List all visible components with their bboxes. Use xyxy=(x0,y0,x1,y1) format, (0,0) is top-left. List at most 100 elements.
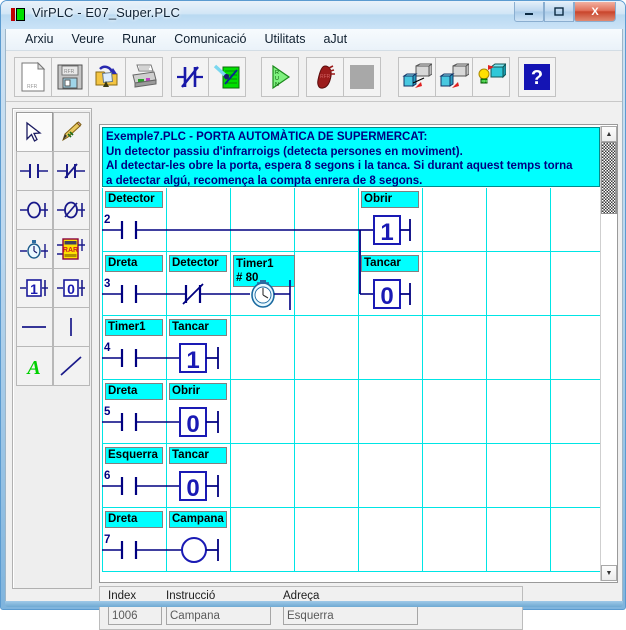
tool-set-coil[interactable]: 1 xyxy=(16,268,53,308)
svg-text:1: 1 xyxy=(380,219,393,246)
tool-horizontal-line[interactable] xyxy=(16,307,53,347)
upload-plc-icon xyxy=(402,63,432,91)
print-button[interactable] xyxy=(125,57,163,97)
table-row[interactable]: Dreta Obrir 5 0 xyxy=(102,380,600,444)
app-logo-icon xyxy=(11,7,26,22)
svg-text:RFR: RFR xyxy=(27,84,38,90)
contact-no-icon xyxy=(19,160,49,182)
table-row[interactable]: Dreta Campana 7 xyxy=(102,508,600,572)
rung-graphic: 0 xyxy=(102,380,600,444)
svg-text:1: 1 xyxy=(186,347,199,374)
index-field[interactable]: 1006 xyxy=(108,606,162,625)
scroll-up-icon: ▲ xyxy=(606,131,613,138)
tool-palette-grid: RAR 1 xyxy=(16,112,90,385)
rung-graphic xyxy=(102,508,600,572)
reset-coil-icon: 0 xyxy=(56,277,86,299)
tool-delete-line[interactable] xyxy=(53,346,90,386)
tool-contact-nc[interactable] xyxy=(53,151,90,191)
ladder-edit-icon xyxy=(212,62,242,92)
help-button[interactable]: ? xyxy=(518,57,556,97)
monitor-plc-button[interactable]: RFR xyxy=(472,57,510,97)
tool-timer[interactable] xyxy=(16,229,53,269)
open-file-button[interactable] xyxy=(88,57,126,97)
contact-editor-button[interactable] xyxy=(171,57,209,97)
rung-list: Detector Obrir 2 1 xyxy=(102,188,600,580)
comment-line-1: Exemple7.PLC - PORTA AUTOMÀTICA DE SUPER… xyxy=(106,130,596,145)
instruction-field[interactable]: Campana xyxy=(166,606,271,625)
tool-text-label[interactable]: A xyxy=(16,346,53,386)
table-row[interactable]: Detector Obrir 2 1 xyxy=(102,188,600,252)
table-row[interactable]: Timer1 Tancar 4 1 xyxy=(102,316,600,380)
title-bar: VirPLC - E07_Super.PLC X xyxy=(1,1,625,29)
pencil-draw-icon xyxy=(59,121,83,143)
delete-line-icon xyxy=(56,354,86,378)
menu-item-utilitats[interactable]: Utilitats xyxy=(255,30,314,49)
tool-counter-block[interactable]: RAR xyxy=(53,229,90,269)
set-coil-icon: 1 xyxy=(19,277,49,299)
menu-item-comunicacio[interactable]: Comunicació xyxy=(165,30,255,49)
svg-text:0: 0 xyxy=(380,283,393,310)
upload-plc-button[interactable] xyxy=(398,57,436,97)
contact-editor-icon xyxy=(175,62,205,92)
property-bar: Index 1006 Instrucció Campana Adreça Esq… xyxy=(99,586,523,630)
close-icon: X xyxy=(591,6,598,18)
toolbar: RFR RFR xyxy=(6,51,622,102)
scroll-down-icon: ▼ xyxy=(606,570,613,577)
help-question-icon: ? xyxy=(523,63,551,91)
minimize-button[interactable] xyxy=(514,2,544,22)
comment-line-4: a detectar algú, recomença la compta enr… xyxy=(106,174,596,189)
tool-vertical-line[interactable] xyxy=(53,307,90,347)
tool-reset-coil[interactable]: 0 xyxy=(53,268,90,308)
scrollbar-thumb[interactable] xyxy=(601,142,617,214)
ladder-diagram-panel[interactable]: Exemple7.PLC - PORTA AUTOMÀTICA DE SUPER… xyxy=(99,124,618,583)
address-field[interactable]: Esquerra xyxy=(283,606,418,625)
tool-arrow-select[interactable] xyxy=(16,112,53,152)
tool-palette: RAR 1 xyxy=(12,108,92,589)
maximize-button[interactable] xyxy=(544,2,574,22)
window-bottom-edge xyxy=(5,601,623,607)
download-plc-button[interactable] xyxy=(435,57,473,97)
scrollbar-track[interactable] xyxy=(601,142,617,565)
save-button[interactable]: RFR xyxy=(51,57,89,97)
new-file-button[interactable]: RFR xyxy=(14,57,52,97)
arrow-select-icon xyxy=(23,121,45,143)
menu-item-veure[interactable]: Veure xyxy=(62,30,113,49)
scroll-down-button[interactable]: ▼ xyxy=(601,565,617,581)
menu-item-runar[interactable]: Runar xyxy=(113,30,165,49)
stop-button[interactable]: RFR xyxy=(306,57,344,97)
scroll-up-button[interactable]: ▲ xyxy=(601,126,617,142)
tool-coil-output[interactable] xyxy=(16,190,53,230)
program-comment-block: Exemple7.PLC - PORTA AUTOMÀTICA DE SUPER… xyxy=(102,127,600,187)
rung-graphic: 1 xyxy=(102,316,600,380)
ladder-canvas[interactable]: Exemple7.PLC - PORTA AUTOMÀTICA DE SUPER… xyxy=(101,126,601,581)
menu-item-ajut[interactable]: aJut xyxy=(314,30,356,49)
run-play-icon: R U N xyxy=(266,63,294,91)
horizontal-line-icon xyxy=(19,316,49,338)
svg-text:0: 0 xyxy=(186,411,199,438)
ladder-edit-button[interactable] xyxy=(208,57,246,97)
print-icon xyxy=(130,63,158,91)
table-row[interactable]: Dreta Detector Timer1 # 80 Tancar 3 xyxy=(102,252,600,316)
run-button[interactable]: R U N xyxy=(261,57,299,97)
tool-pencil-draw[interactable] xyxy=(53,112,90,152)
comment-line-3: Al detectar-les obre la porta, espera 8 … xyxy=(106,159,596,174)
svg-text:RFR: RFR xyxy=(482,80,490,84)
vertical-line-icon xyxy=(56,316,86,338)
coil-negated-icon xyxy=(56,199,86,221)
vertical-scrollbar[interactable]: ▲ ▼ xyxy=(600,126,616,581)
menu-item-arxiu[interactable]: Arxiu xyxy=(16,30,62,49)
blank-stop-icon xyxy=(349,64,375,90)
svg-text:?: ? xyxy=(531,67,543,89)
table-row[interactable]: Esquerra Tancar 6 0 xyxy=(102,444,600,508)
application-window: VirPLC - E07_Super.PLC X Arxiu Veure Run… xyxy=(0,0,626,610)
blank-stop-button[interactable] xyxy=(343,57,381,97)
window-title: VirPLC - E07_Super.PLC xyxy=(32,5,180,20)
comment-line-2: Un detector passiu d'infrarroigs (detect… xyxy=(106,145,596,160)
monitor-plc-icon: RFR xyxy=(476,63,506,91)
svg-text:RFR: RFR xyxy=(320,74,331,80)
tool-contact-no[interactable] xyxy=(16,151,53,191)
close-button[interactable]: X xyxy=(574,2,616,22)
download-plc-icon xyxy=(439,63,469,91)
timer-icon xyxy=(19,237,49,261)
tool-coil-negated[interactable] xyxy=(53,190,90,230)
